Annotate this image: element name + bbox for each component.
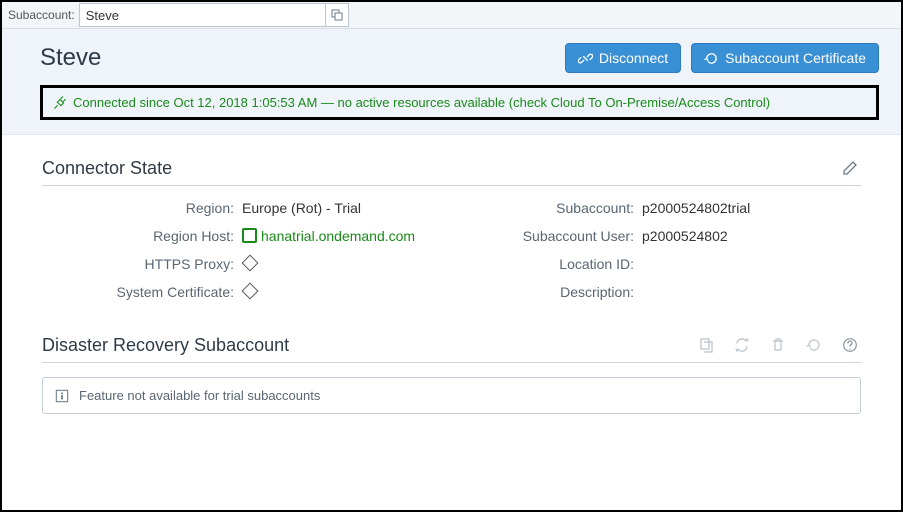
disconnect-button[interactable]: Disconnect	[565, 43, 681, 73]
system-cert-label: System Certificate:	[42, 284, 242, 300]
value-help-icon[interactable]	[325, 4, 348, 26]
header: Steve Disconnect Subaccount Certificate	[2, 29, 901, 135]
region-host-label: Region Host:	[42, 228, 242, 244]
connector-state-title: Connector State	[42, 158, 172, 179]
diamond-icon	[242, 255, 259, 272]
description-label: Description:	[472, 284, 642, 300]
refresh-icon	[704, 51, 719, 66]
dr-info-text: Feature not available for trial subaccou…	[79, 388, 320, 403]
edit-icon[interactable]	[839, 157, 861, 179]
subaccount-key: Subaccount:	[472, 200, 642, 216]
connector-grid: Region: Europe (Rot) - Trial Subaccount:…	[42, 200, 861, 300]
location-id-label: Location ID:	[472, 256, 642, 272]
status-square-icon	[242, 228, 257, 243]
page-title: Steve	[40, 44, 101, 72]
diamond-icon	[242, 283, 259, 300]
disconnect-label: Disconnect	[599, 50, 668, 66]
copy-icon	[695, 334, 717, 356]
connection-status-text: Connected since Oct 12, 2018 1:05:53 AM …	[73, 95, 770, 110]
subaccount-value: p2000524802trial	[642, 200, 862, 216]
plug-icon	[53, 96, 67, 110]
sync-icon	[731, 334, 753, 356]
unlink-icon	[578, 51, 593, 66]
region-value: Europe (Rot) - Trial	[242, 200, 472, 216]
connection-status-box: Connected since Oct 12, 2018 1:05:53 AM …	[40, 85, 879, 120]
topbar: Subaccount:	[2, 2, 901, 29]
help-icon[interactable]	[839, 334, 861, 356]
subaccount-label: Subaccount:	[8, 8, 75, 22]
subaccount-input[interactable]	[80, 5, 325, 25]
dr-title: Disaster Recovery Subaccount	[42, 335, 289, 356]
subaccount-user-label: Subaccount User:	[472, 228, 642, 244]
cert-label: Subaccount Certificate	[725, 50, 866, 66]
region-host-value: hanatrial.ondemand.com	[242, 228, 472, 244]
subaccount-input-wrapper	[79, 3, 349, 27]
subaccount-user-value: p2000524802	[642, 228, 862, 244]
trash-icon	[767, 334, 789, 356]
https-proxy-label: HTTPS Proxy:	[42, 256, 242, 272]
dr-info-box: Feature not available for trial subaccou…	[42, 377, 861, 414]
region-label: Region:	[42, 200, 242, 216]
subaccount-certificate-button[interactable]: Subaccount Certificate	[691, 43, 879, 73]
system-cert-value	[242, 284, 472, 300]
https-proxy-value	[242, 256, 472, 272]
region-host-link[interactable]: hanatrial.ondemand.com	[261, 228, 415, 244]
info-icon	[55, 389, 69, 403]
refresh-small-icon	[803, 334, 825, 356]
